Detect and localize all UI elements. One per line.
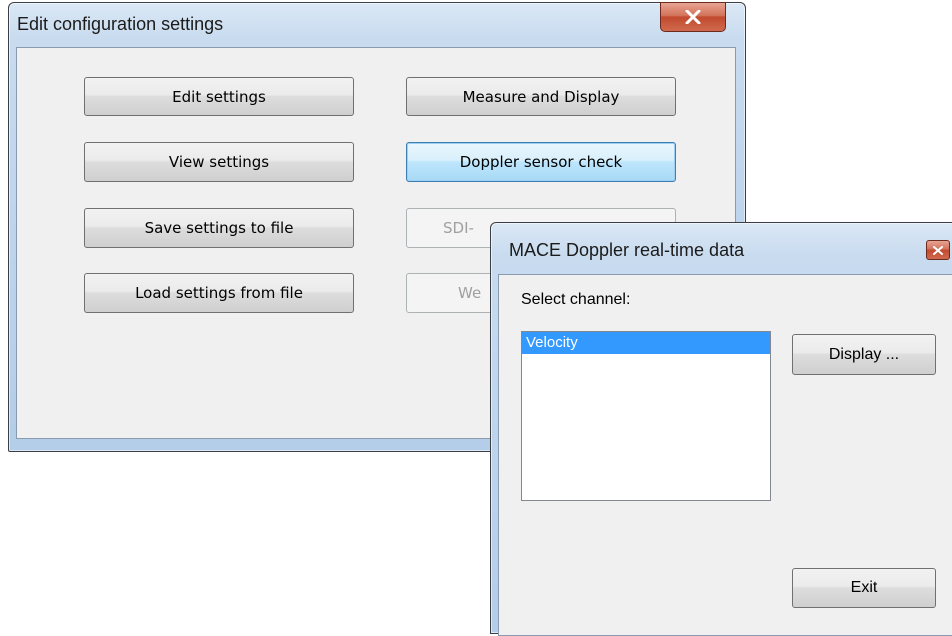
edit-settings-button[interactable]: Edit settings [84,77,354,116]
doppler-window-title: MACE Doppler real-time data [509,240,745,260]
load-settings-from-file-button[interactable]: Load settings from file [84,273,354,313]
display-button[interactable]: Display ... [792,334,936,375]
select-channel-label: Select channel: [521,291,631,308]
view-settings-button[interactable]: View settings [84,142,354,182]
config-window-title: Edit configuration settings [17,14,224,34]
close-x-icon [933,245,943,255]
save-settings-to-file-button[interactable]: Save settings to file [84,208,354,248]
doppler-window: MACE Doppler real-time data Select chann… [490,222,952,636]
measure-and-display-button[interactable]: Measure and Display [406,77,676,116]
doppler-client-area: Select channel: Velocity Display ... Exi… [498,274,952,636]
doppler-sensor-check-button[interactable]: Doppler sensor check [406,142,676,182]
exit-button[interactable]: Exit [792,568,936,608]
channel-listbox[interactable]: Velocity [521,331,771,501]
list-item[interactable]: Velocity [522,332,770,354]
we-button-label: We [458,284,482,302]
sdi-button-label: SDI- [443,219,474,237]
close-x-icon [685,10,701,24]
config-close-button[interactable] [660,2,726,32]
doppler-close-button[interactable] [926,240,950,260]
